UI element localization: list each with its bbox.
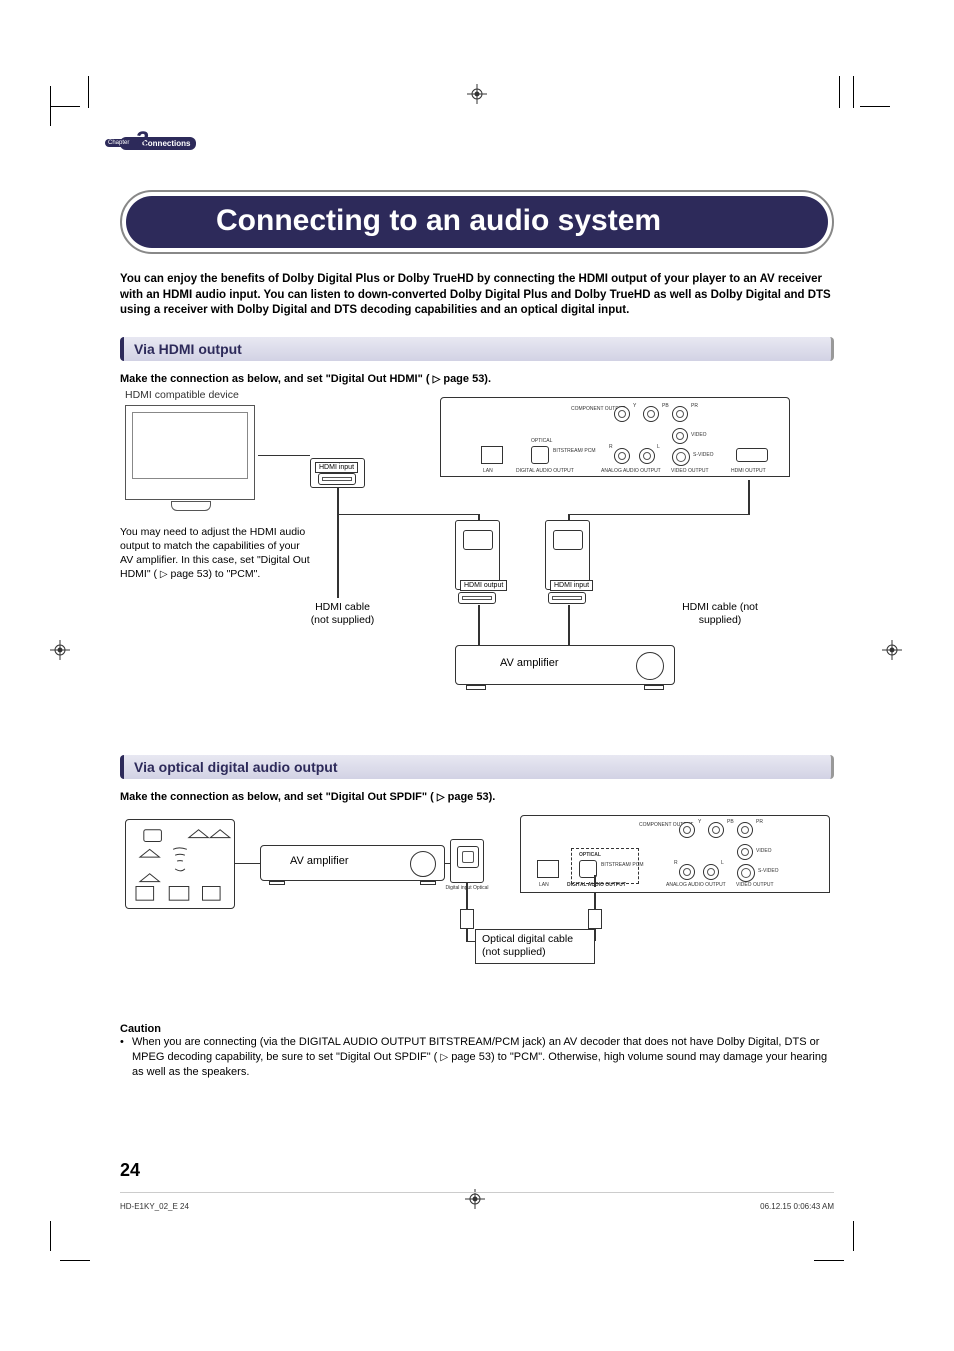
lan-port (481, 446, 503, 464)
av-amplifier-label: AV amplifier (500, 657, 558, 669)
jack-pb (643, 406, 659, 422)
jack-pr (672, 406, 688, 422)
amp-hdmi-output-label: HDMI output (460, 580, 507, 591)
player-back-panel: OPTICAL BITSTREAM/ PCM LAN DIGITAL AUDIO… (440, 397, 790, 477)
video-label: VIDEO (691, 432, 707, 438)
jack-video (672, 428, 688, 444)
jack-y (614, 406, 630, 422)
pb2: PB (727, 819, 734, 825)
l-label: L (657, 444, 660, 450)
player-hdmi-port (736, 448, 768, 462)
tv-device (125, 405, 255, 500)
footer-left: HD-E1KY_02_E 24 (120, 1202, 189, 1211)
optical-highlight (571, 848, 639, 884)
footer: HD-E1KY_02_E 24 06.12.15 0:06:43 AM (120, 1195, 834, 1211)
tv-label: HDMI compatible device (125, 389, 239, 401)
optical-plug-left (460, 909, 474, 929)
hdmi-cable-b-label: HDMI cable (not supplied) (675, 601, 765, 628)
av-amplifier (455, 645, 675, 685)
step2-suffix: page 53). (448, 791, 496, 803)
video2: VIDEO (756, 848, 772, 854)
speaker-set (125, 819, 235, 909)
amp-optical-input (450, 839, 484, 883)
pr-label: PR (691, 403, 698, 409)
caution-body: When you are connecting (via the DIGITAL… (120, 1035, 834, 1081)
hdmi-output-label: HDMI OUTPUT (731, 468, 766, 474)
intro-paragraph: You can enjoy the benefits of Dolby Digi… (120, 272, 834, 319)
pr2: PR (756, 819, 763, 825)
page-ref-icon: ▷ (160, 568, 168, 582)
jack-r (614, 448, 630, 464)
digital-audio-label: DIGITAL AUDIO OUTPUT (516, 468, 574, 474)
svideo2: S-VIDEO (758, 868, 779, 874)
r-label: R (609, 444, 613, 450)
chapter-number: 2 (135, 127, 148, 155)
diagram-optical: AV amplifier Digital input Optical Optic… (120, 813, 834, 1013)
r2: R (674, 860, 678, 866)
tv-hdmi-port (318, 473, 356, 485)
y-label: Y (633, 403, 636, 409)
chapter-label: Chapter (105, 139, 132, 147)
amp-hdmi-out-port (458, 592, 496, 604)
l2: L (721, 860, 724, 866)
amp-hdmi-input-label: HDMI input (550, 580, 593, 591)
footer-right: 06.12.15 0:06:43 AM (760, 1202, 834, 1211)
jack-l (639, 448, 655, 464)
step1-suffix: page 53). (443, 373, 491, 385)
optical-cable-label: Optical digital cable (not supplied) (475, 929, 595, 964)
component-label-2: COMPONENT OUTPUT (639, 822, 675, 828)
tv-hdmi-input-label: HDMI input (315, 462, 358, 473)
analog2: ANALOG AUDIO OUTPUT (666, 882, 726, 888)
lan-label: LAN (483, 468, 493, 474)
section-heading-hdmi: Via HDMI output (120, 337, 834, 361)
video-output-label: VIDEO OUTPUT (671, 468, 709, 474)
diagram-hdmi: HDMI compatible device You may need to a… (120, 395, 834, 725)
av-amplifier-2-label: AV amplifier (290, 855, 348, 867)
y2: Y (698, 819, 701, 825)
page-ref-icon: ▷ (437, 792, 445, 803)
jack-svideo (672, 448, 690, 466)
component-label: COMPONENT OUTPUT (571, 406, 607, 412)
amp-hdmi-out-slot (463, 530, 493, 550)
svideo-label: S-VIDEO (693, 452, 714, 458)
step1-prefix: Make the connection as below, and set "D… (120, 373, 430, 385)
bitstream-label: BITSTREAM/ PCM (553, 448, 596, 454)
page-ref-icon: ▷ (433, 374, 441, 385)
caution-heading: Caution (120, 1023, 834, 1035)
chapter-tab: Chapter 2 Connections (120, 135, 196, 150)
pb-label: PB (662, 403, 669, 409)
amp-hdmi-in-port (548, 592, 586, 604)
av-amplifier-2 (260, 845, 445, 881)
page-number: 24 (120, 1160, 140, 1181)
step2-prefix: Make the connection as below, and set "D… (120, 791, 434, 803)
amp-hdmi-in-slot (553, 530, 583, 550)
optical-label: OPTICAL (531, 438, 552, 444)
vidout2: VIDEO OUTPUT (736, 882, 774, 888)
lan-label-2: LAN (539, 882, 549, 888)
page-title-pill: Connecting to an audio system (120, 190, 834, 254)
optical-port (531, 446, 549, 464)
analog-audio-label: ANALOG AUDIO OUTPUT (601, 468, 661, 474)
section1-step: Make the connection as below, and set "D… (120, 373, 834, 385)
section2-step: Make the connection as below, and set "D… (120, 791, 834, 803)
section-heading-optical: Via optical digital audio output (120, 755, 834, 779)
player-back-panel-2: OPTICAL BITSTREAM/ PCM LAN DIGITAL AUDIO… (520, 815, 830, 893)
optical-plug-right (588, 909, 602, 929)
hdmi-cable-a-label: HDMI cable (not supplied) (305, 601, 380, 628)
page-ref-icon: ▷ (440, 1051, 448, 1065)
lan-port-2 (537, 860, 559, 878)
page-title: Connecting to an audio system (126, 196, 828, 248)
hdmi-note: You may need to adjust the HDMI audio ou… (120, 525, 310, 582)
hdmi-note-suffix: page 53) to "PCM". (171, 568, 261, 580)
